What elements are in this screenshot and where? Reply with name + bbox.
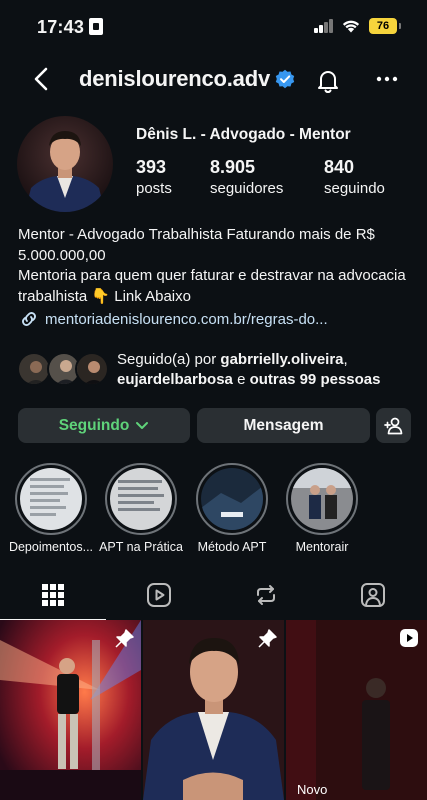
status-time: 17:43 <box>37 17 85 37</box>
mutual-others[interactable]: outras 99 pessoas <box>250 371 381 388</box>
story-highlight[interactable]: Depoimentos... <box>9 463 93 554</box>
highlight-label: Mentorair <box>295 540 349 554</box>
tab-reels[interactable] <box>106 570 212 620</box>
pin-icon <box>115 629 134 648</box>
repost-icon <box>257 585 275 605</box>
posts-label: posts <box>136 180 172 197</box>
posts-stat[interactable]: 393 posts <box>136 157 172 197</box>
followers-stat[interactable]: 8.905 seguidores <box>210 157 283 197</box>
story-highlight[interactable]: Método APT <box>196 463 268 554</box>
reel-icon <box>400 629 418 647</box>
suggest-people-button[interactable] <box>376 408 411 443</box>
verified-badge-icon <box>275 69 295 89</box>
mutual-user-2[interactable]: eujardelbarbosa <box>117 371 233 388</box>
mutual-avatar <box>75 352 109 386</box>
following-button[interactable]: Seguindo <box>18 408 190 443</box>
notification-bell-icon[interactable] <box>314 66 342 94</box>
bio-line-2: Mentoria para quem quer faturar e destra… <box>18 266 413 307</box>
profile-avatar[interactable] <box>17 116 113 212</box>
following-stat[interactable]: 840 seguindo <box>324 157 385 197</box>
pointing-down-emoji: 👇 <box>91 287 111 305</box>
tagged-user-icon <box>361 583 385 607</box>
followed-by-text: Seguido(a) por gabrrielly.oliveira, euja… <box>117 351 381 388</box>
reels-icon <box>147 583 171 607</box>
highlight-cover <box>291 468 353 530</box>
bio-link-text: mentoriadenislourenco.com.br/regras-do..… <box>45 310 328 328</box>
posts-grid: Novo <box>0 620 427 800</box>
link-icon <box>22 312 36 326</box>
username-header[interactable]: denislourenco.adv <box>79 66 295 92</box>
battery-indicator: 76 <box>369 18 401 34</box>
followers-count: 8.905 <box>210 157 256 177</box>
profile-full-name: Dênis L. - Advogado - Mentor <box>136 126 351 143</box>
message-button[interactable]: Mensagem <box>197 408 370 443</box>
bio-line-1: Mentor - Advogado Trabalhista Faturando … <box>18 226 375 264</box>
following-count: 840 <box>324 157 355 177</box>
id-card-icon <box>89 18 103 35</box>
highlight-cover <box>20 468 82 530</box>
cellular-signal-icon <box>314 19 334 33</box>
mutual-user-1[interactable]: gabrrielly.oliveira <box>220 351 343 368</box>
highlight-cover <box>201 468 263 530</box>
followed-by-prefix: Seguido(a) por <box>117 351 217 368</box>
profile-tabs <box>0 570 427 620</box>
add-user-icon <box>383 417 402 434</box>
following-label: seguindo <box>324 180 385 197</box>
story-highlight[interactable]: APT na Prática <box>99 463 183 554</box>
followed-by-row[interactable]: Seguido(a) por gabrrielly.oliveira, euja… <box>17 350 417 390</box>
followed-by-connector: e <box>237 371 246 388</box>
message-label: Mensagem <box>243 416 324 434</box>
story-highlight[interactable]: Mentorair <box>286 463 358 554</box>
status-bar: 17:43 76 <box>0 0 427 52</box>
wifi-icon <box>342 20 360 33</box>
top-nav: denislourenco.adv <box>0 55 427 103</box>
back-arrow-icon[interactable] <box>28 65 56 93</box>
following-label: Seguindo <box>58 416 130 434</box>
grid-post[interactable] <box>143 620 284 800</box>
bio-external-link[interactable]: mentoriadenislourenco.com.br/regras-do..… <box>18 310 328 328</box>
grid-post[interactable]: Novo <box>286 620 427 800</box>
grid-post[interactable] <box>0 620 141 800</box>
pin-icon <box>258 629 277 648</box>
more-options-icon[interactable] <box>374 66 400 92</box>
new-badge: Novo <box>297 782 328 797</box>
tab-reposts[interactable] <box>213 570 319 620</box>
grid-icon <box>42 584 64 606</box>
profile-bio: Mentor - Advogado Trabalhista Faturando … <box>18 225 413 307</box>
followers-label: seguidores <box>210 180 284 197</box>
posts-count: 393 <box>136 157 167 177</box>
mutual-avatar <box>17 352 51 386</box>
bio-link-label: Link Abaixo <box>114 287 191 305</box>
username: denislourenco.adv <box>79 66 270 91</box>
bio-text: Mentoria para quem quer faturar e destra… <box>18 267 406 305</box>
tab-tagged[interactable] <box>320 570 426 620</box>
highlight-cover <box>110 468 172 530</box>
tab-posts-grid[interactable] <box>0 570 106 620</box>
chevron-down-icon <box>136 421 149 429</box>
